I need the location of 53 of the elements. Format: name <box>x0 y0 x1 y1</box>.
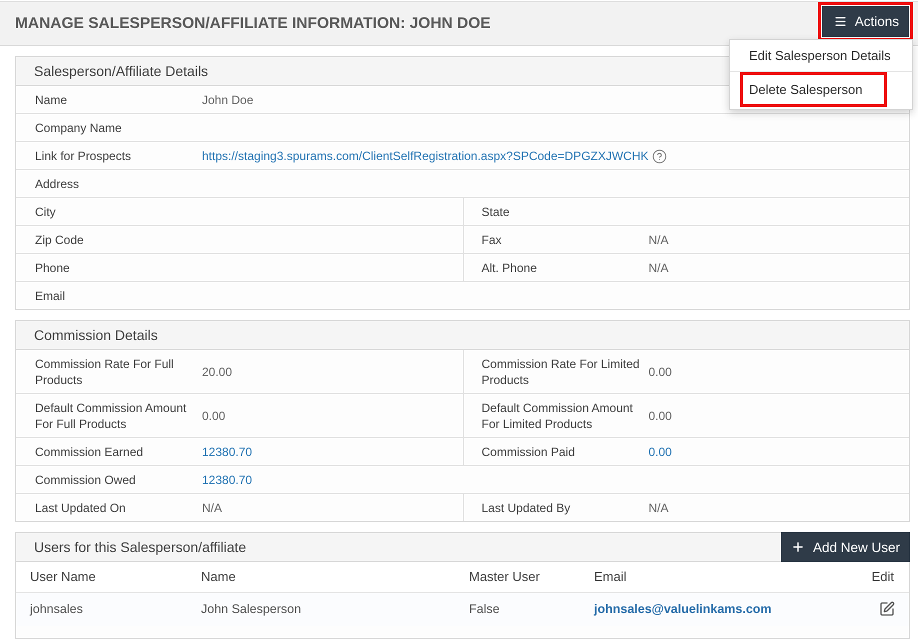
panel-title: Commission Details <box>34 327 158 343</box>
field-label: Address <box>35 176 80 192</box>
field-label: Commission Paid <box>482 444 576 460</box>
field-label: Commission Rate For Full Products <box>35 356 175 388</box>
field-value: John Doe <box>202 92 254 108</box>
add-user-button[interactable]: Add New User <box>780 532 910 562</box>
field-value: N/A <box>648 232 669 248</box>
field-value: 0.00 <box>648 408 672 424</box>
prospect-link[interactable]: https://staging3.spurams.com/ClientSelfRegistration.aspx?SPCode=DPGZXJWCHK <box>202 148 649 164</box>
field-label: Link for Prospects <box>35 148 132 164</box>
field-label: City <box>35 204 57 220</box>
panel-title: Users for this Salesperson/affiliate <box>34 539 246 555</box>
field-label: Commission Earned <box>35 444 144 460</box>
table-cell: False <box>455 592 580 626</box>
page-title: MANAGE SALESPERSON/AFFILIATE INFORMATION: JOHN DOE <box>15 14 491 32</box>
field-value: 0.00 <box>648 364 672 380</box>
field-value: N/A <box>648 260 669 276</box>
column-header: Master User <box>455 562 580 592</box>
field-label: Last Updated On <box>35 500 127 516</box>
field-label: Default Commission Amount For Full Products <box>35 400 188 432</box>
field-label: Commission Rate For Limited Products <box>482 356 641 388</box>
column-header: Email <box>580 562 839 592</box>
field-label: Default Commission Amount For Limited Products <box>482 400 634 432</box>
menu-item[interactable]: Delete Salesperson <box>740 72 888 107</box>
menu-icon <box>834 15 847 28</box>
value-link[interactable]: 0.00 <box>648 444 672 460</box>
field-label: Last Updated By <box>482 500 572 516</box>
plus-icon <box>790 540 805 554</box>
menu-item[interactable]: Edit Salesperson Details <box>730 40 912 72</box>
panel-title: Salesperson/Affiliate Details <box>34 63 208 79</box>
field-label: Company Name <box>35 120 123 136</box>
field-label: Zip Code <box>35 232 85 248</box>
edit-icon[interactable] <box>879 601 895 618</box>
value-link[interactable]: 12380.70 <box>202 444 252 460</box>
table-cell: John Salesperson <box>187 592 455 626</box>
field-label: Name <box>35 92 68 108</box>
actions-button[interactable]: Actions <box>822 6 909 37</box>
field-value: 20.00 <box>202 364 232 380</box>
help-icon[interactable] <box>652 148 667 164</box>
table-cell: johnsales <box>16 592 187 626</box>
column-header: User Name <box>16 562 187 592</box>
value-link[interactable]: 12380.70 <box>202 472 252 488</box>
field-label: Commission Owed <box>35 472 137 488</box>
field-value: 0.00 <box>202 408 226 424</box>
field-value: N/A <box>648 500 669 516</box>
field-label: Alt. Phone <box>482 260 538 276</box>
field-value: N/A <box>202 500 222 516</box>
field-label: Phone <box>35 260 71 276</box>
field-label: Fax <box>482 232 503 248</box>
field-label: State <box>482 204 511 220</box>
field-label: Email <box>35 288 66 304</box>
column-header: Edit <box>839 562 909 592</box>
column-header: Name <box>187 562 455 592</box>
